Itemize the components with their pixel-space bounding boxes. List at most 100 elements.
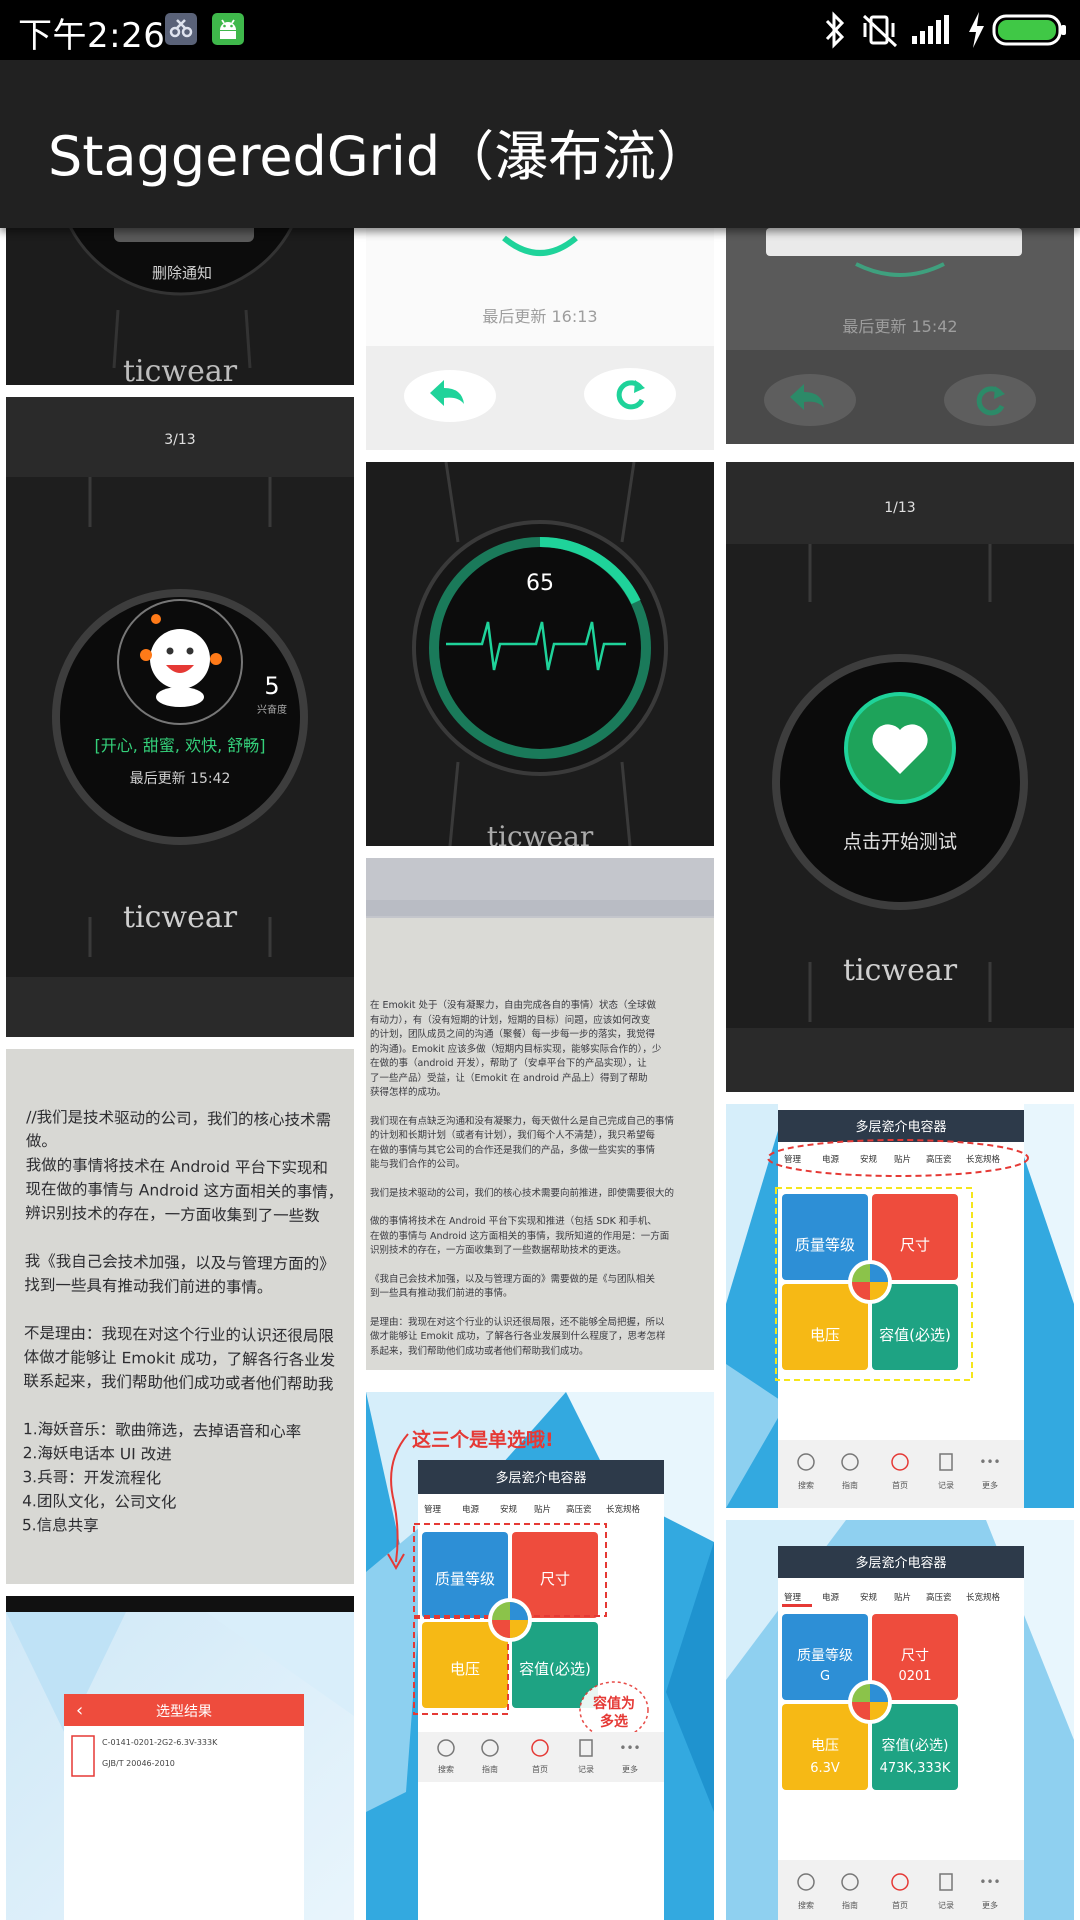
debug-app-icon [164,12,198,50]
grid-item-selection-result[interactable]: ‹ 选型结果 C-0141-0201-2G2-6.3V-333K GJB/T 2… [6,1596,354,1920]
nav-record[interactable]: 记录 [578,1765,594,1774]
mood-updated: 最后更新 15:42 [130,771,231,787]
more-nav-icon: ••• [619,1741,640,1755]
result-title: 选型结果 [156,1704,212,1720]
nav-home[interactable]: 首页 [892,1900,908,1910]
tab-5[interactable]: 高压瓷 [566,1504,592,1515]
heart-rate-value: 65 [526,571,554,596]
start-test-button[interactable] [844,692,956,804]
grid-item-capacitor-grid[interactable]: 多层瓷介电容器 管理 电源 安规 贴片 高压瓷 长宽规格 质量等级 尺寸 电压 … [726,1104,1074,1508]
tab-4[interactable]: 贴片 [894,1592,911,1603]
annotation-multi-select-1: 容值为 [592,1695,635,1712]
nav-record[interactable]: 记录 [938,1481,954,1490]
tab-4[interactable]: 贴片 [894,1154,911,1165]
reply-button[interactable] [404,370,496,422]
cell-size[interactable]: 尺寸 [901,1648,929,1664]
nav-more[interactable]: 更多 [622,1764,638,1774]
grid-item-watch-mood[interactable]: 3/13 5 兴奋度 [开心, 甜蜜, 欢快, 舒畅] 最后更新 15:42 t… [6,397,354,1037]
back-icon[interactable]: ‹ [76,1700,83,1721]
cell-size[interactable]: 尺寸 [540,1570,570,1588]
cell-voltage[interactable]: 电压 [810,1326,840,1344]
refresh-button[interactable] [944,374,1036,426]
nav-more[interactable]: 更多 [982,1900,998,1910]
value-capacitance: 473K,333K [880,1761,951,1776]
nav-guide[interactable]: 指南 [842,1900,858,1910]
cell-quality-grade[interactable]: 质量等级 [435,1570,495,1588]
cell-quality-grade[interactable]: 质量等级 [797,1647,853,1664]
tab-2[interactable]: 电源 [462,1504,480,1515]
tab-3[interactable]: 安规 [860,1154,878,1165]
result-row-standard: GJB/T 20046-2010 [102,1759,175,1768]
nav-search[interactable]: 搜索 [798,1480,814,1490]
tab-1[interactable]: 管理 [784,1592,802,1603]
tab-4[interactable]: 贴片 [534,1504,551,1515]
nav-search[interactable]: 搜索 [438,1764,454,1774]
watch-brand: ticwear [487,820,594,846]
grid-item-watch-notification[interactable]: 删除通知 ticwear [6,228,354,385]
updated-text: 最后更新 16:13 [482,307,597,326]
mood-count: 5 [264,672,279,700]
staggered-grid[interactable]: 删除通知 ticwear 3/13 5 兴奋度 [开心, 甜蜜, 欢快, 舒畅]… [0,228,1080,1920]
tab-6[interactable]: 长宽规格 [966,1154,1001,1165]
document-ruler [366,900,714,916]
tab-2[interactable]: 电源 [822,1592,840,1603]
app-bar: StaggeredGrid（瀑布流） [0,60,1080,228]
grid-item-notes-photo[interactable]: //我们是技术驱动的公司，我们的核心技术需 做。 我做的事情将技术在 Android… [6,1049,354,1584]
start-test-label: 点击开始测试 [843,831,957,853]
tab-3[interactable]: 安规 [500,1504,518,1515]
tab-5[interactable]: 高压瓷 [926,1154,952,1165]
nav-record[interactable]: 记录 [938,1901,954,1910]
cell-capacitance[interactable]: 容值(必选) [882,1737,949,1754]
tab-1[interactable]: 管理 [784,1154,802,1165]
tab-2[interactable]: 电源 [822,1154,840,1165]
nav-home[interactable]: 首页 [532,1764,548,1774]
app-header: 多层瓷介电容器 [495,1470,586,1486]
value-size: 0201 [898,1669,931,1684]
watch-page-header: 1/13 [884,500,915,516]
nav-home[interactable]: 首页 [892,1480,908,1490]
more-nav-icon: ••• [979,1875,1000,1889]
reply-button[interactable] [764,374,856,426]
cell-capacitance[interactable]: 容值(必选) [519,1660,591,1678]
cell-voltage[interactable]: 电压 [811,1738,839,1754]
tab-1[interactable]: 管理 [424,1504,442,1515]
grid-item-watch-update-grey[interactable]: 最后更新 15:42 [726,228,1074,450]
tab-6[interactable]: 长宽规格 [966,1592,1001,1603]
nav-search[interactable]: 搜索 [798,1900,814,1910]
value-quality-grade: G [820,1669,830,1684]
nav-more[interactable]: 更多 [982,1480,998,1490]
watch-brand: ticwear [123,900,238,935]
grid-item-watch-heart-rate[interactable]: 65 ticwear [366,462,714,846]
charging-icon [965,10,987,54]
nav-guide[interactable]: 指南 [482,1764,498,1774]
mood-count-label: 兴奋度 [257,703,287,716]
more-nav-icon: ••• [979,1455,1000,1469]
tab-5[interactable]: 高压瓷 [926,1592,952,1603]
cell-capacitance[interactable]: 容值(必选) [879,1326,951,1344]
grid-item-watch-start-test[interactable]: 1/13 点击开始测试 ticwear [726,462,1074,1092]
bluetooth-icon [822,10,848,54]
mood-words: [开心, 甜蜜, 欢快, 舒畅] [94,736,265,755]
tab-6[interactable]: 长宽规格 [606,1504,641,1515]
document-text: 在 Emokit 处于（没有凝聚力，自由完成各自的事情）状态（全球做 有动力），有… [370,1000,675,1357]
value-voltage: 6.3V [810,1761,840,1776]
watch-menu-text: 删除通知 [152,264,212,282]
grid-item-capacitor-annotated[interactable]: 这三个是单选哦! 多层瓷介电容器 管理 电源 安规 贴片 高压瓷 长宽规格 质量… [366,1392,714,1920]
grid-item-capacitor-values[interactable]: 多层瓷介电容器 管理 电源 安规 贴片 高压瓷 长宽规格 质量等级 尺寸 电压 … [726,1520,1074,1920]
annotation-single-select: 这三个是单选哦! [412,1428,554,1451]
cell-quality-grade[interactable]: 质量等级 [795,1236,855,1254]
watch-brand: ticwear [123,354,238,385]
vibrate-off-icon [860,10,900,54]
result-row-code: C-0141-0201-2G2-6.3V-333K [102,1738,218,1747]
status-bar: 下午2:26 [0,0,1080,60]
grid-item-watch-update-white[interactable]: 最后更新 16:13 [366,228,714,450]
tab-3[interactable]: 安规 [860,1592,878,1603]
battery-icon [992,14,1068,50]
watch-page-header: 3/13 [164,432,195,448]
cell-voltage[interactable]: 电压 [450,1660,480,1678]
grid-item-document-photo[interactable]: 在 Emokit 处于（没有凝聚力，自由完成各自的事情）状态（全球做 有动力），有… [366,858,714,1370]
nav-guide[interactable]: 指南 [842,1480,858,1490]
refresh-button[interactable] [584,368,676,420]
cell-size[interactable]: 尺寸 [900,1236,930,1254]
watch-brand: ticwear [843,953,958,988]
